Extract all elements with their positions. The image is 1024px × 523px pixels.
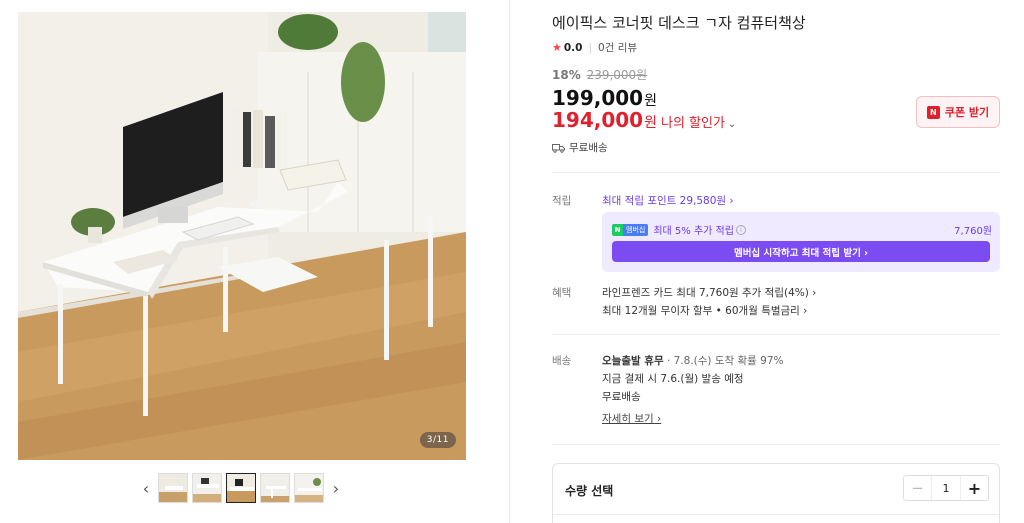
original-price: 239,000원 <box>586 68 648 82</box>
price-row: 199,000 원 <box>552 86 657 110</box>
current-price-unit: 원 <box>644 93 657 109</box>
thumbnail-image <box>295 474 323 502</box>
delivery-line-3: 무료배송 <box>602 391 641 403</box>
product-main-image[interactable]: 3/11 <box>18 12 466 460</box>
my-sale-price-row[interactable]: 194,000 원 나의 할인가 ⌄ <box>552 108 736 132</box>
quantity-stepper: − 1 + <box>903 475 989 501</box>
coupon-button[interactable]: N 쿠폰 받기 <box>916 96 1000 128</box>
naver-n-icon: N <box>926 105 940 119</box>
discount-rate: 18% <box>552 68 581 82</box>
card-benefit-link[interactable]: 라인프렌즈 카드 최대 7,760원 추가 적립(4%) › <box>602 285 816 300</box>
divider <box>552 444 1000 445</box>
thumbnail-3[interactable] <box>226 473 256 503</box>
delivery-status: 오늘출발 휴무 <box>602 355 664 367</box>
membership-info-row: N 멤버십 최대 5% 추가 적립 i 7,760원 <box>612 222 992 237</box>
delivery-line-1: 오늘출발 휴무 · 7.8.(수) 도착 확률 97% <box>602 353 784 368</box>
divider <box>552 334 1000 335</box>
thumbnail-2[interactable] <box>192 473 222 503</box>
points-label: 적립 <box>552 195 572 207</box>
current-price: 199,000 <box>552 86 644 110</box>
delivery-label: 배송 <box>552 355 572 367</box>
star-icon: ★ <box>552 41 562 54</box>
thumbnail-4[interactable] <box>260 473 290 503</box>
chevron-down-icon[interactable]: ⌄ <box>728 119 736 130</box>
membership-start-button[interactable]: 멤버십 시작하고 최대 적립 받기 › <box>612 241 990 262</box>
info-icon[interactable]: i <box>735 224 746 235</box>
thumbnail-image <box>227 474 255 502</box>
thumbnail-image <box>261 474 289 502</box>
delivery-arrival: · 7.8.(수) 도착 확률 97% <box>663 355 784 367</box>
membership-badge-text: 멤버십 <box>623 223 649 236</box>
delivery-detail-link[interactable]: 자세히 보기 › <box>602 411 661 426</box>
thumbnail-1[interactable] <box>158 473 188 503</box>
rating-score: 0.0 <box>563 41 583 54</box>
installment-benefit-link[interactable]: 최대 12개월 무이자 할부 • 60개월 특별금리 › <box>602 303 807 318</box>
thumbnail-next-button[interactable]: › <box>328 474 344 502</box>
naver-n-icon: N <box>612 223 623 236</box>
benefits-label: 혜택 <box>552 287 572 299</box>
coupon-button-label: 쿠폰 받기 <box>944 106 990 119</box>
my-sale-price-label: 나의 할인가 <box>660 116 725 131</box>
shipping-text: 무료배송 <box>569 142 608 154</box>
my-sale-price-unit: 원 <box>644 115 657 131</box>
quantity-decrease-button[interactable]: − <box>904 476 932 500</box>
thumbnail-image <box>193 474 221 502</box>
quantity-value[interactable]: 1 <box>932 476 960 500</box>
membership-amount: 7,760원 <box>954 226 992 237</box>
quantity-selector-box: 수량 선택 − 1 + <box>552 463 1000 523</box>
membership-extra-points: 최대 5% 추가 적립 <box>653 226 734 237</box>
desk-photo <box>18 12 466 460</box>
delivery-line-2: 지금 결제 시 7.6.(월) 발송 예정 <box>602 373 744 385</box>
quantity-increase-button[interactable]: + <box>960 476 988 500</box>
divider <box>552 172 1000 173</box>
divider <box>553 514 999 515</box>
shipping-info: 무료배송 <box>552 140 608 155</box>
thumbnail-strip: ‹ › <box>138 472 344 504</box>
thumbnail-prev-button[interactable]: ‹ <box>138 474 154 502</box>
image-page-indicator: 3/11 <box>419 432 456 448</box>
membership-box: N 멤버십 최대 5% 추가 적립 i 7,760원 멤버십 시작하고 최대 적… <box>602 212 1000 272</box>
my-sale-price: 194,000 <box>552 108 644 132</box>
quantity-label: 수량 선택 <box>565 484 614 498</box>
truck-icon <box>552 143 565 153</box>
rating-separator: | <box>588 41 593 54</box>
naver-plus-membership-badge: N 멤버십 <box>612 223 649 236</box>
rating-summary: ★ 0.0 | 0건 리뷰 <box>552 40 637 55</box>
thumbnail-5[interactable] <box>294 473 324 503</box>
column-divider <box>509 0 510 523</box>
review-count-link[interactable]: 0건 리뷰 <box>598 40 637 55</box>
product-title: 에이픽스 코너핏 데스크 ㄱ자 컴퓨터책상 <box>552 14 806 32</box>
thumbnail-image <box>159 474 187 502</box>
max-points-link[interactable]: 최대 적립 포인트 29,580원 › <box>602 193 734 208</box>
discount-row: 18% 239,000원 <box>552 66 647 83</box>
